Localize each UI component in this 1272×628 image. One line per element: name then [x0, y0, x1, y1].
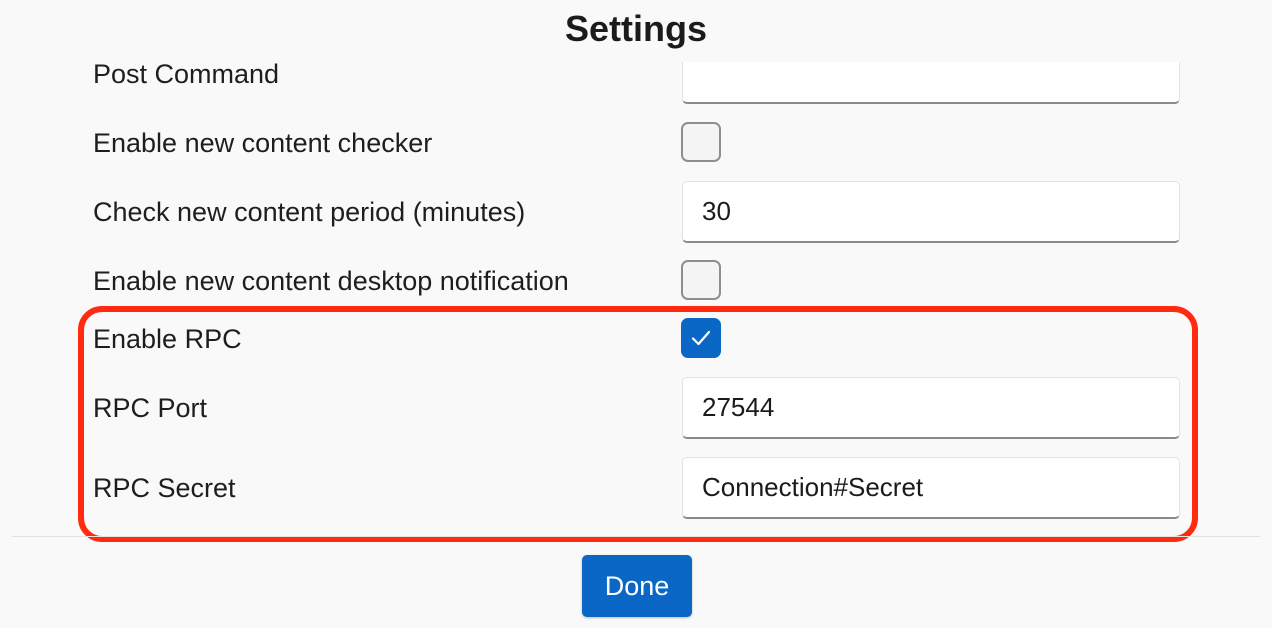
post-command-input[interactable] — [682, 62, 1180, 104]
new-content-checker-checkbox[interactable] — [681, 122, 721, 162]
rpc-secret-input[interactable] — [682, 457, 1180, 519]
check-period-input[interactable] — [682, 181, 1180, 243]
rpc-secret-label: RPC Secret — [93, 473, 236, 503]
settings-scroll-area[interactable]: Post Command Enable new content checker … — [0, 62, 1272, 534]
desktop-notification-checkbox[interactable] — [681, 260, 721, 300]
post-command-label: Post Command — [93, 62, 280, 89]
footer-divider — [12, 536, 1260, 537]
enable-rpc-label: Enable RPC — [93, 324, 242, 354]
rpc-port-label: RPC Port — [93, 393, 208, 423]
new-content-checker-label: Enable new content checker — [93, 128, 433, 158]
done-button[interactable]: Done — [582, 555, 692, 617]
enable-rpc-checkbox[interactable] — [681, 318, 721, 358]
check-period-label: Check new content period (minutes) — [93, 197, 526, 227]
settings-dialog: Settings Post Command Enable new content… — [0, 0, 1272, 628]
dialog-title: Settings — [564, 8, 707, 49]
check-icon — [691, 330, 711, 346]
desktop-notification-label: Enable new content desktop notification — [93, 266, 569, 296]
rpc-port-input[interactable] — [682, 377, 1180, 439]
